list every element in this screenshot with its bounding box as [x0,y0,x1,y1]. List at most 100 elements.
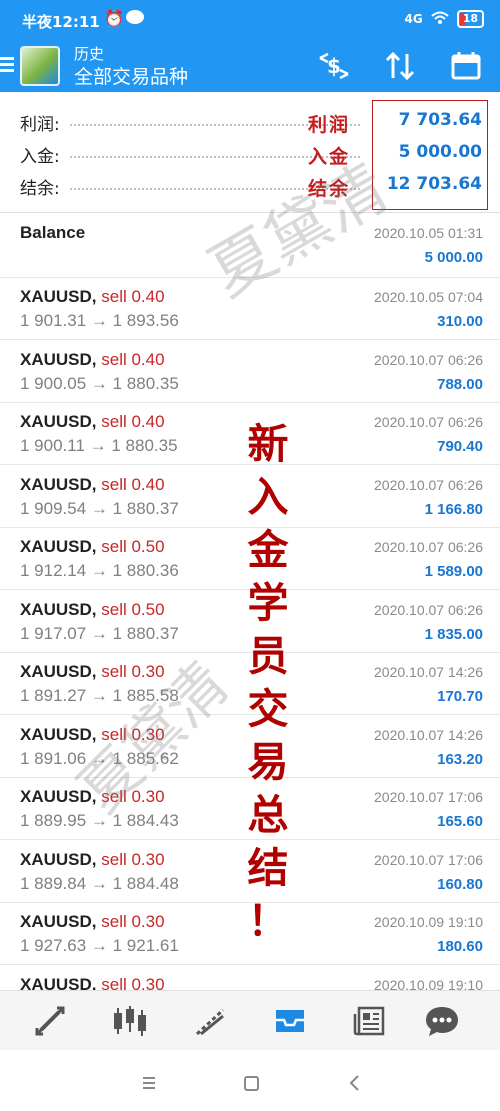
trade-date: 2020.10.07 17:06 [374,789,483,805]
trade-date: 2020.10.07 06:26 [374,539,483,555]
trade-profit: 1 835.00 [424,625,483,643]
trade-symbol: XAUUSD, sell 0.30 [20,662,165,681]
back-icon[interactable] [340,1068,370,1098]
trade-date: 2020.10.07 14:26 [374,664,483,680]
trade-prices: 1 889.84 → 1 884.48 [20,873,179,893]
trade-profit: 1 589.00 [424,563,483,580]
trade-profit: 1 166.80 [424,500,483,518]
trade-prices: 1 900.05 → 1 880.35 [20,373,179,393]
page-subtitle: 历史 [74,45,105,63]
deal-date: 2020.10.05 01:31 [374,225,483,241]
currency-swap-icon[interactable]: $ [316,48,352,84]
trade-symbol: XAUUSD, sell 0.40 [20,349,165,369]
trade-date: 2020.10.07 14:26 [374,726,483,743]
trade-prices: 1 909.54 → 1 880.37 [20,498,179,518]
trade-side: sell 0.40 [101,287,165,306]
caption-char: 新 [247,420,289,468]
trade-symbol: XAUUSD, sell 0.30 [20,724,165,744]
app-bar: 历史 全部交易品种 $ [0,40,500,92]
balance-label: Balance [20,223,86,242]
caption-char: 易 [247,738,289,786]
trade-profit: 163.20 [437,750,483,768]
trade-side: sell 0.40 [101,349,165,369]
caption-char: 学 [247,579,289,627]
svg-text:$: $ [327,54,341,78]
trade-side: sell 0.40 [101,474,165,494]
trade-prices: 1 927.63 → 1 921.61 [20,936,179,955]
trade-symbol: XAUUSD, sell 0.30 [20,912,165,931]
trade-prices: 1 901.31 → 1 893.56 [20,311,179,330]
trade-prices: 1 889.95 → 1 884.43 [20,811,179,830]
trade-side: sell 0.50 [101,599,165,619]
signal-icon: 4G [404,12,423,26]
status-right: 4G 18 [404,10,484,28]
trade-symbol: XAUUSD, sell 0.30 [20,849,165,869]
trade-date: 2020.10.09 19:10 [374,914,483,930]
trade-prices: 1 900.11 → 1 880.35 [20,436,178,455]
trade-side: sell 0.50 [101,537,165,556]
trade-prices: 1 917.07 → 1 880.37 [20,623,179,643]
trade-side: sell 0.40 [101,412,165,431]
trade-symbol: XAUUSD, sell 0.50 [20,537,165,556]
annotation-profit: 利润 [308,114,351,136]
trade-prices: 1 891.06 → 1 885.62 [20,748,179,768]
deal-amount: 5 000.00 [424,249,483,266]
home-icon[interactable] [236,1068,266,1098]
trade-profit: 165.60 [437,813,483,830]
caption-char: 结 [247,844,289,892]
caption-char: 总 [247,791,289,839]
balance-row[interactable]: Balance 2020.10.05 01:31 5 000.00 [0,213,500,278]
calendar-icon[interactable] [448,48,484,84]
system-nav [0,1050,500,1111]
history-icon[interactable] [268,999,312,1043]
balance-label: 结余: [20,179,60,199]
annotation-box [372,100,488,210]
trade-side: sell 0.30 [101,849,165,869]
annotation-deposit: 入金 [308,146,351,168]
wechat-icon [126,10,144,24]
alarm-icon: ⏰ [104,9,124,28]
vertical-caption: 新入金学员交易总结 ！ [246,418,290,948]
recent-apps-icon[interactable] [134,1068,164,1098]
caption-char: 员 [247,632,289,680]
annotation-balance: 结余 [308,178,351,200]
profit-label: 利润: [20,115,60,135]
app-logo [20,46,60,86]
trade-date: 2020.10.07 06:26 [374,414,483,430]
trade-date: 2020.10.07 06:26 [374,351,483,368]
deposit-label: 入金: [20,147,60,167]
trade-symbol: XAUUSD, sell 0.40 [20,412,165,431]
trade-side: sell 0.30 [101,912,165,931]
chat-icon[interactable] [420,999,464,1043]
trade-row[interactable]: XAUUSD, sell 0.40 1 900.05 → 1 880.35 2020… [0,340,500,403]
sort-icon[interactable] [382,48,418,84]
trade-icon[interactable] [188,999,232,1043]
trade-profit: 180.60 [437,938,483,955]
trade-date: 2020.10.07 17:06 [374,851,483,868]
trade-profit: 310.00 [437,313,483,330]
trade-prices: 1 891.27 → 1 885.58 [20,686,179,705]
trade-date: 2020.10.07 06:26 [374,476,483,493]
trade-prices: 1 912.14 → 1 880.36 [20,561,179,580]
trade-symbol: XAUUSD, sell 0.50 [20,599,165,619]
battery-icon: 18 [456,10,484,28]
page-title[interactable]: 全部交易品种 [74,62,188,89]
status-time: 半夜12:11 [22,13,100,31]
chart-icon[interactable] [108,999,152,1043]
caption-char: 入 [247,473,289,521]
quotes-icon[interactable] [28,999,72,1043]
trade-side: sell 0.30 [101,724,165,744]
trade-row[interactable]: XAUUSD, sell 0.40 1 901.31 → 1 893.56 2020… [0,277,500,340]
bottom-nav [0,990,500,1051]
news-icon[interactable] [348,999,392,1043]
caption-char: 交 [247,685,289,733]
trade-date: 2020.10.05 07:04 [374,289,483,305]
trade-profit: 170.70 [437,688,483,705]
status-bar: 半夜12:11 ⏰ 4G 18 [0,0,500,40]
trade-profit: 160.80 [437,875,483,893]
trade-profit: 788.00 [437,375,483,393]
trade-side: sell 0.30 [101,662,165,681]
trade-side: sell 0.30 [101,787,165,806]
trade-symbol: XAUUSD, sell 0.30 [20,787,165,806]
menu-icon[interactable] [0,54,14,76]
